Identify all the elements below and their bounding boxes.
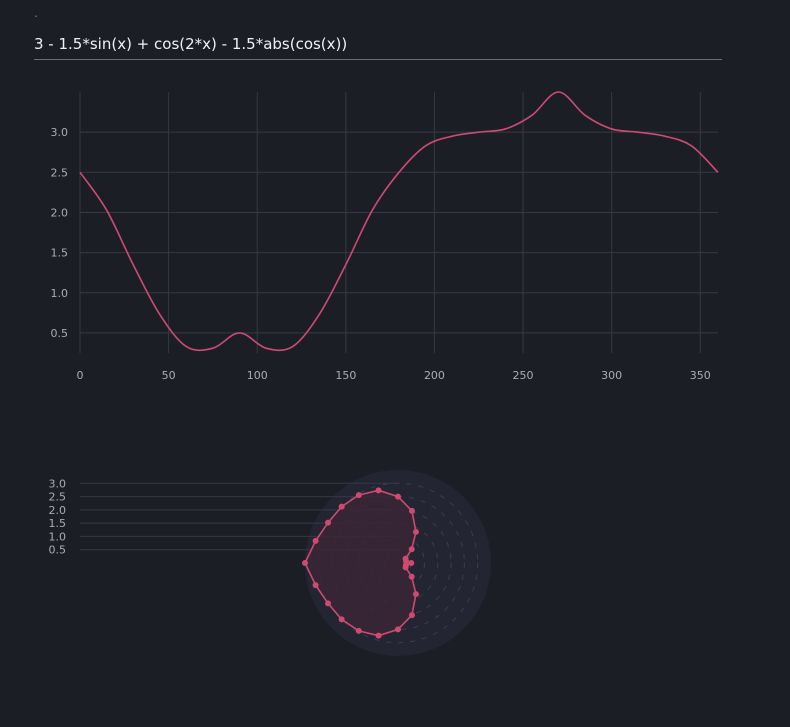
polar-point: [412, 591, 419, 598]
x-tick-label: 50: [162, 369, 176, 382]
polar-point: [402, 557, 409, 564]
r-tick-label: 2.0: [49, 504, 67, 517]
x-tick-label: 200: [424, 369, 445, 382]
y-tick-label: 0.5: [51, 327, 69, 340]
polar-point: [395, 493, 401, 500]
polar-point: [402, 562, 409, 569]
polar-point: [408, 612, 415, 619]
polar-point: [355, 492, 362, 499]
y-tick-label: 1.0: [51, 287, 69, 300]
r-tick-label: 1.0: [49, 530, 67, 543]
polar-point: [312, 537, 319, 544]
r-tick-label: 0.5: [49, 544, 67, 557]
polar-point: [312, 582, 319, 589]
polar-ring: [384, 549, 412, 577]
polar-ring: [344, 509, 452, 617]
polar-point: [375, 487, 382, 494]
polar-point: [302, 560, 308, 566]
polar-point: [325, 600, 332, 607]
x-tick-label: 250: [513, 369, 534, 382]
x-tick-label: 100: [247, 369, 268, 382]
polar-point: [338, 503, 345, 510]
polar-point: [408, 507, 415, 514]
polar-point: [402, 555, 409, 562]
r-tick-label: 1.5: [49, 517, 67, 530]
x-tick-label: 300: [601, 369, 622, 382]
y-tick-label: 3.0: [51, 126, 69, 139]
polar-point: [355, 627, 362, 634]
polar-point: [408, 546, 415, 553]
polar-ring: [357, 522, 439, 604]
polar-point: [412, 528, 419, 535]
polar-point: [402, 564, 409, 571]
polar-point: [408, 560, 415, 566]
polar-point: [395, 626, 401, 633]
series-line: [79, 91, 719, 352]
x-tick-label: 0: [77, 369, 84, 382]
polar-ring: [317, 482, 479, 644]
polar-point: [408, 573, 415, 580]
polar-point: [375, 632, 382, 639]
polar-ring: [331, 496, 465, 630]
y-tick-label: 1.5: [51, 247, 69, 260]
r-tick-label: 3.0: [49, 477, 67, 490]
r-tick-label: 2.5: [49, 491, 67, 504]
polar-point: [325, 519, 332, 526]
polar-area: [304, 489, 417, 637]
polar-ring: [370, 535, 426, 591]
y-tick-label: 2.5: [51, 166, 69, 179]
x-tick-label: 150: [335, 369, 356, 382]
x-tick-label: 350: [690, 369, 711, 382]
polar-background: [305, 470, 491, 656]
line-chart: 0 50 100 150 200 250 300 350 0.5 1.0 1.5 2.0 2.5 3.0: [51, 91, 719, 382]
polar-point: [338, 616, 345, 623]
y-tick-label: 2.0: [51, 206, 69, 219]
